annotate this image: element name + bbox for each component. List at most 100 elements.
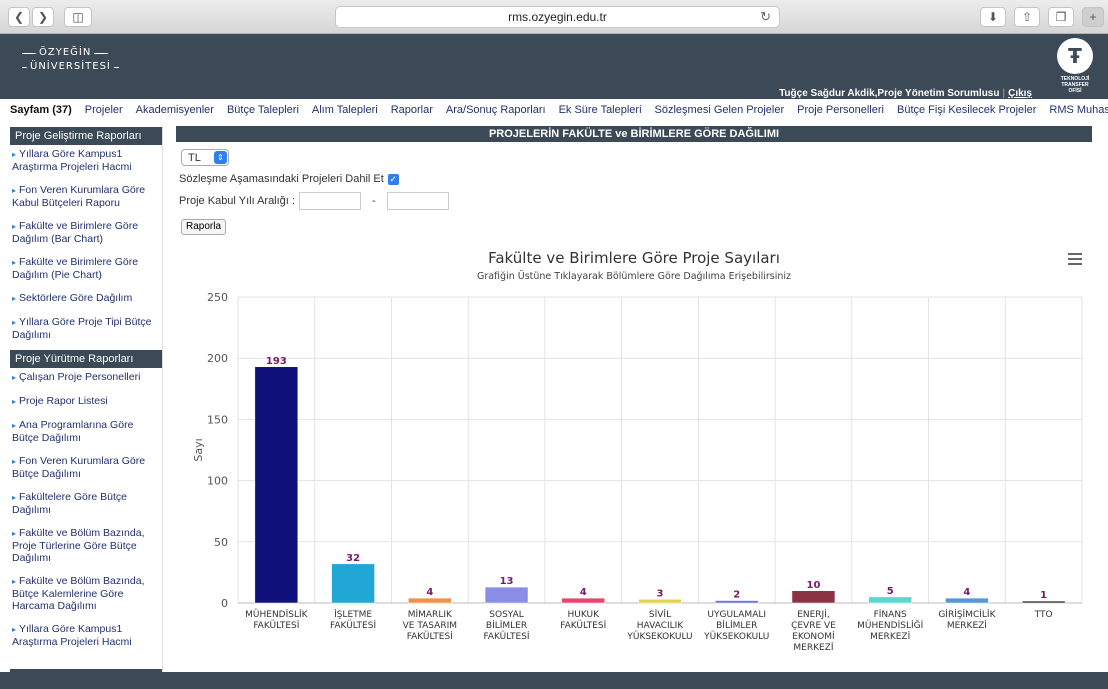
bar-3[interactable] — [484, 586, 529, 604]
sidebar-icon[interactable]: ◫ — [64, 7, 92, 27]
x-tick-label: MERKEZİ — [870, 631, 910, 642]
sidebar-item-yurutme-7[interactable]: ▸ Yıllara Göre Kampus1 Araştırma Projeler… — [10, 623, 162, 648]
bar-7[interactable] — [791, 590, 836, 604]
bar-2[interactable] — [408, 597, 452, 604]
x-tick-label: ENERJİ, — [797, 609, 830, 620]
browser-toolbar: ❮ ❯ ◫ rms.ozyegin.edu.tr ↻ ⬇ ⇧ ❐ + — [0, 0, 1108, 34]
x-tick-label: FAKÜLTESİ — [330, 620, 376, 631]
bullet-arrow-icon: ▸ — [12, 373, 17, 382]
x-tick-label: TTO — [1034, 610, 1053, 620]
bar-6[interactable] — [714, 600, 759, 604]
include-checkbox[interactable]: ✓ — [387, 173, 399, 185]
forward-icon[interactable]: ❯ — [32, 7, 54, 27]
report-button[interactable]: Raporla — [181, 219, 227, 235]
y-tick-label: 50 — [214, 536, 228, 549]
reload-icon[interactable]: ↻ — [760, 9, 771, 25]
sidebar-item-yurutme-4[interactable]: ▸ Fakültelere Göre Bütçe Dağılımı — [10, 491, 162, 516]
bar-value-label: 4 — [580, 587, 587, 598]
bar-value-label: 193 — [266, 356, 287, 367]
logout-link[interactable]: Çıkış — [1008, 88, 1032, 99]
x-tick-label: HUKUK — [568, 610, 601, 620]
x-tick-label: EKONOMİ — [792, 631, 834, 642]
bar-value-label: 1 — [1040, 590, 1047, 601]
x-tick-label: BİLİMLER — [716, 620, 757, 631]
x-tick-label: MÜHENDİSLİĞİ — [857, 619, 923, 631]
sidebar-item-yurutme-1[interactable]: ▸ Proje Rapor Listesi — [10, 395, 162, 408]
nav-item-akademisyenler[interactable]: Akademisyenler — [130, 104, 221, 116]
nav-item-ek-sure-talepleri[interactable]: Ek Süre Talepleri — [553, 104, 649, 116]
nav-item-butce-talepleri[interactable]: Bütçe Talepleri — [221, 104, 306, 116]
sidebar-section-yurutme: Proje Yürütme Raporları — [10, 350, 162, 368]
y-tick-label: 200 — [207, 352, 228, 365]
x-tick-label: BİLİMLER — [486, 620, 527, 631]
back-icon[interactable]: ❮ — [8, 7, 30, 27]
tabs-icon[interactable]: ❐ — [1048, 7, 1074, 27]
currency-select-value: TL — [188, 151, 201, 164]
sidebar-item-gelistirme-5[interactable]: ▸ Yıllara Göre Proje Tipi Bütçe Dağılımı — [10, 316, 162, 341]
x-tick-label: FAKÜLTESİ — [253, 620, 299, 631]
university-logo[interactable]: ÖZYEĞİN ÜNİVERSİTESİ — [22, 46, 119, 74]
sidebar-item-yurutme-6[interactable]: ▸ Fakülte ve Bölüm Bazında, Bütçe Kalemle… — [10, 575, 162, 612]
sidebar-item-yurutme-5[interactable]: ▸ Fakülte ve Bölüm Bazında, Proje Türleri… — [10, 527, 162, 564]
x-tick-label: MERKEZİ — [947, 620, 987, 631]
x-tick-label: HAVACILIK — [637, 621, 685, 631]
url-text: rms.ozyegin.edu.tr — [508, 10, 607, 24]
sidebar-item-yurutme-3[interactable]: ▸ Fon Veren Kurumlara Göre Bütçe Dağılımı — [10, 455, 162, 480]
bar-10[interactable] — [1021, 600, 1066, 604]
sidebar-section-gelistirme: Proje Geliştirme Raporları — [10, 127, 162, 145]
bar-8[interactable] — [868, 596, 912, 604]
x-tick-label: UYGULAMALI — [707, 610, 766, 620]
y-tick-label: 0 — [221, 597, 228, 610]
sidebar-item-label: Sektörlere Göre Dağılım — [19, 292, 133, 304]
x-tick-label: MÜHENDİSLİK — [245, 609, 309, 620]
sidebar-item-label: Ana Programlarına Göre Bütçe Dağılımı — [12, 419, 134, 444]
nav-item-ara-sonuc-raporlari[interactable]: Ara/Sonuç Raporları — [440, 104, 553, 116]
chart-title: Fakülte ve Birimlere Göre Proje Sayıları — [488, 249, 780, 267]
bar-4[interactable] — [561, 597, 606, 604]
nav-item-projeler[interactable]: Projeler — [79, 104, 130, 116]
bar-value-label: 2 — [733, 590, 740, 601]
bar-9[interactable] — [945, 597, 989, 604]
url-bar[interactable]: rms.ozyegin.edu.tr ↻ — [335, 6, 780, 28]
new-tab-icon[interactable]: + — [1082, 7, 1104, 27]
y-axis-title: Sayı — [192, 438, 205, 461]
x-tick-label: GİRİŞİMCİLİK — [938, 609, 996, 620]
bar-0[interactable] — [254, 366, 299, 604]
x-tick-label: ÇEVRE VE — [791, 621, 836, 631]
chart-menu-icon[interactable] — [1068, 253, 1082, 265]
sidebar-item-gelistirme-1[interactable]: ▸ Fon Veren Kurumlara Göre Kabul Bütçeler… — [10, 184, 162, 209]
year-to-input[interactable] — [386, 192, 449, 210]
bullet-arrow-icon: ▸ — [12, 577, 17, 586]
year-from-input[interactable] — [298, 192, 361, 210]
sidebar-item-gelistirme-3[interactable]: ▸ Fakülte ve Birimlere Göre Dağılım (Pie … — [10, 256, 162, 281]
tto-line3: OFİSİ — [1068, 88, 1082, 94]
bullet-arrow-icon: ▸ — [12, 150, 17, 159]
nav-item-raporlar[interactable]: Raporlar — [385, 104, 440, 116]
sidebar-item-label: Çalışan Proje Personelleri — [19, 371, 141, 383]
share-icon[interactable]: ⇧ — [1014, 7, 1040, 27]
nav-item-sayfam[interactable]: Sayfam (37) — [0, 104, 79, 116]
bullet-arrow-icon: ▸ — [12, 318, 17, 327]
user-name: Tuğçe Sağdur Akdik,Proje Yönetim Sorumlu… — [779, 88, 1000, 99]
sidebar-item-label: Proje Rapor Listesi — [19, 395, 108, 407]
bullet-arrow-icon: ▸ — [12, 258, 17, 267]
nav-item-butce-fisi[interactable]: Bütçe Fişi Kesilecek Projeler — [891, 104, 1043, 116]
tto-icon: Ŧ — [1057, 38, 1093, 74]
bullet-arrow-icon: ▸ — [12, 222, 17, 231]
nav-item-rms-muhasebe[interactable]: RMS Muhasebe — [1043, 104, 1108, 116]
sidebar-item-gelistirme-4[interactable]: ▸ Sektörlere Göre Dağılım — [10, 292, 162, 305]
sidebar-item-label: Fon Veren Kurumlara Göre Bütçe Dağılımı — [12, 455, 146, 480]
nav-item-sozlesmesi-gelen[interactable]: Sözleşmesi Gelen Projeler — [649, 104, 792, 116]
year-range-row: Proje Kabul Yılı Aralığı : - — [179, 192, 449, 210]
sidebar-item-yurutme-2[interactable]: ▸ Ana Programlarına Göre Bütçe Dağılımı — [10, 419, 162, 444]
sidebar-item-gelistirme-2[interactable]: ▸ Fakülte ve Birimlere Göre Dağılım (Bar … — [10, 220, 162, 245]
sidebar-item-gelistirme-0[interactable]: ▸ Yıllara Göre Kampus1 Araştırma Projeler… — [10, 148, 162, 173]
nav-item-proje-personelleri[interactable]: Proje Personelleri — [791, 104, 891, 116]
download-icon[interactable]: ⬇ — [980, 7, 1006, 27]
nav-item-alim-talepleri[interactable]: Alım Talepleri — [306, 104, 385, 116]
bar-chart[interactable]: 050100150200250Sayı193MÜHENDİSLİKFAKÜLTE… — [176, 286, 1092, 672]
bar-1[interactable] — [331, 563, 375, 604]
sidebar-item-yurutme-0[interactable]: ▸ Çalışan Proje Personelleri — [10, 371, 162, 384]
bar-5[interactable] — [638, 599, 682, 604]
currency-select[interactable]: TL ⇕ — [181, 149, 229, 166]
